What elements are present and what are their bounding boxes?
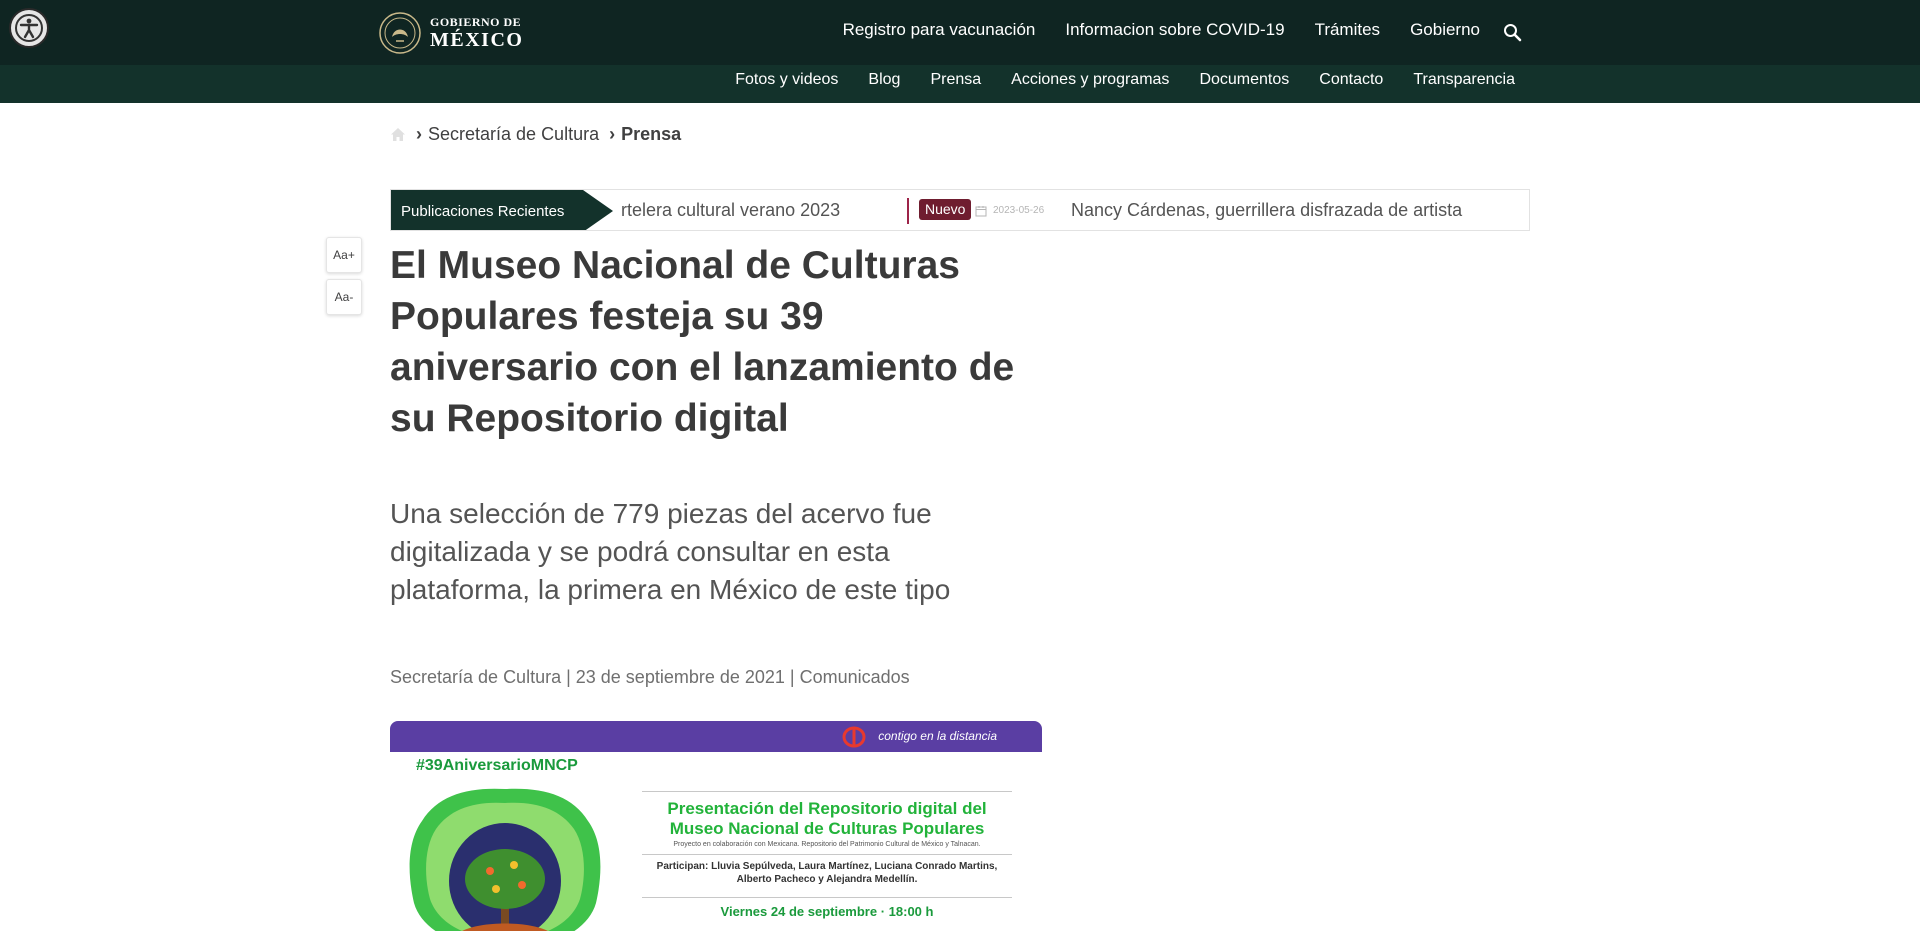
article-meta: Secretaría de Cultura | 23 de septiembre…: [390, 667, 910, 687]
breadcrumb-secretaria-cultura[interactable]: Secretaría de Cultura: [428, 124, 599, 145]
poster-date: Viernes 24 de septiembre · 18:00 h: [720, 904, 934, 919]
nav-tramites[interactable]: Trámites: [1315, 20, 1381, 40]
logo-line1: GOBIERNO DE: [430, 15, 522, 29]
article-title: El Museo Nacional de Culturas Populares …: [390, 244, 1015, 440]
nav-transparencia[interactable]: Transparencia: [1413, 71, 1515, 89]
accessibility-icon[interactable]: [9, 8, 49, 48]
secondary-nav: Fotos y videos Blog Prensa Acciones y pr…: [735, 71, 1515, 89]
decorative-plate-icon: [409, 788, 601, 931]
poster-heading-line1: Presentación del Repositorio digital del: [667, 799, 987, 818]
nav-gobierno[interactable]: Gobierno: [1410, 20, 1480, 40]
home-icon[interactable]: [390, 127, 406, 142]
poster-hashtag: #39AniversarioMNCP: [416, 757, 578, 774]
search-icon[interactable]: [1502, 22, 1524, 44]
nav-fotos-videos[interactable]: Fotos y videos: [735, 71, 838, 89]
decrease-font-button[interactable]: Aa-: [326, 279, 362, 315]
article-image: contigo en la distancia #39AniversarioMN…: [390, 721, 1042, 931]
logo-line2: MÉXICO: [430, 29, 524, 51]
ticker-arrow: [583, 190, 613, 230]
poster-participants-line2: Alberto Pacheco y Alejandra Medellín.: [736, 874, 918, 885]
national-seal-icon: [379, 12, 421, 54]
ticker-item[interactable]: artelera cultural verano 2023: [621, 200, 840, 221]
breadcrumb-separator: ›: [416, 124, 422, 144]
breadcrumb-current: Prensa: [621, 124, 682, 144]
ticker-track: artelera cultural verano 2023 Nuevo 2023…: [621, 190, 1529, 230]
article-subtitle: Una selección de 779 piezas del acervo f…: [390, 498, 951, 605]
breadcrumb-separator: ›: [609, 124, 616, 144]
contigo-logo-icon: [842, 726, 866, 748]
nav-prensa[interactable]: Prensa: [930, 71, 981, 89]
main-nav: Registro para vacunación Informacion sob…: [843, 20, 1480, 40]
poster-bar-text: contigo en la distancia: [878, 729, 997, 743]
increase-font-button[interactable]: Aa+: [326, 237, 362, 273]
ticker-label: Publicaciones Recientes: [391, 190, 583, 230]
nav-informacion-covid[interactable]: Informacion sobre COVID-19: [1065, 20, 1284, 40]
nav-registro-vacunacion[interactable]: Registro para vacunación: [843, 20, 1036, 40]
nav-documentos[interactable]: Documentos: [1199, 71, 1289, 89]
nav-blog[interactable]: Blog: [868, 71, 900, 89]
gobierno-mexico-logo[interactable]: GOBIERNO DE MÉXICO: [378, 11, 523, 55]
breadcrumb: › Secretaría de Cultura › Prensa: [390, 124, 681, 145]
poster-heading: Presentación del Repositorio digital del…: [642, 799, 1012, 839]
poster-rule: [642, 791, 1012, 792]
calendar-icon: [975, 206, 987, 217]
ticker-date: 2023-05-26: [993, 205, 1045, 216]
poster-participants-line1: Participan: Lluvia Sepúlveda, Laura Mart…: [656, 861, 998, 872]
poster-heading-line2: Museo Nacional de Culturas Populares: [669, 819, 985, 838]
poster-rule: [642, 854, 1012, 855]
ticker-divider: [907, 198, 909, 224]
nav-contacto[interactable]: Contacto: [1319, 71, 1383, 89]
poster-small-text: Proyecto en colaboración con Mexicana. R…: [673, 841, 981, 848]
poster-participants: Participan: Lluvia Sepúlveda, Laura Mart…: [642, 860, 1012, 886]
recent-publications-ticker: Publicaciones Recientes artelera cultura…: [390, 189, 1530, 231]
ticker-item[interactable]: Nancy Cárdenas, guerrillera disfrazada d…: [1071, 200, 1462, 221]
nav-acciones-programas[interactable]: Acciones y programas: [1011, 71, 1169, 89]
new-badge: Nuevo: [919, 199, 972, 220]
poster-rule: [642, 897, 1012, 898]
